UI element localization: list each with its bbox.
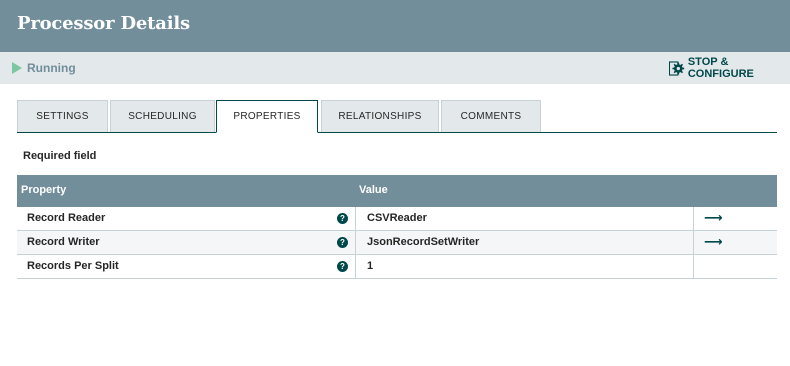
help-icon[interactable]: ? [337, 213, 348, 224]
property-value[interactable]: JsonRecordSetWriter [367, 236, 479, 248]
property-value[interactable]: 1 [367, 260, 373, 272]
property-value[interactable]: CSVReader [367, 212, 427, 224]
properties-table: Property Value Record Reader ? CSVReader… [17, 175, 777, 279]
table-row[interactable]: Records Per Split ? 1 [17, 255, 777, 279]
run-status: Running [27, 61, 76, 75]
table-header: Property Value [17, 175, 777, 207]
property-name: Record Reader [27, 212, 106, 224]
tab-relationships[interactable]: RELATIONSHIPS [321, 100, 439, 132]
required-field-note: Required field [23, 150, 97, 162]
table-body: Record Reader ? CSVReader ⟶ Record Write… [17, 207, 777, 279]
play-icon [12, 62, 22, 74]
stop-configure-icon [669, 60, 685, 76]
stop-configure-button[interactable]: STOP & CONFIGURE [669, 56, 790, 80]
table-row[interactable]: Record Writer ? JsonRecordSetWriter ⟶ [17, 231, 777, 255]
go-to-service-arrow-icon[interactable]: ⟶ [704, 235, 723, 250]
tab-settings[interactable]: SETTINGS [17, 100, 108, 132]
stop-configure-label: STOP & CONFIGURE [687, 56, 754, 80]
help-icon[interactable]: ? [337, 261, 348, 272]
column-divider [355, 255, 356, 278]
property-name: Records Per Split [27, 260, 119, 272]
tab-bar: SETTINGS SCHEDULING PROPERTIES RELATIONS… [17, 100, 777, 133]
column-divider [693, 207, 694, 230]
tab-comments[interactable]: COMMENTS [441, 100, 541, 132]
column-divider [693, 255, 694, 278]
tab-scheduling[interactable]: SCHEDULING [110, 100, 215, 132]
table-row[interactable]: Record Reader ? CSVReader ⟶ [17, 207, 777, 231]
column-header-property[interactable]: Property [21, 184, 66, 196]
column-header-value[interactable]: Value [359, 184, 388, 196]
column-divider [355, 231, 356, 254]
property-name: Record Writer [27, 236, 100, 248]
help-icon[interactable]: ? [337, 237, 348, 248]
go-to-service-arrow-icon[interactable]: ⟶ [704, 211, 723, 226]
column-divider [355, 207, 356, 230]
dialog-title: Processor Details [17, 13, 190, 34]
dialog-header: Processor Details [0, 0, 790, 52]
column-divider [693, 231, 694, 254]
tab-properties[interactable]: PROPERTIES [216, 100, 318, 133]
